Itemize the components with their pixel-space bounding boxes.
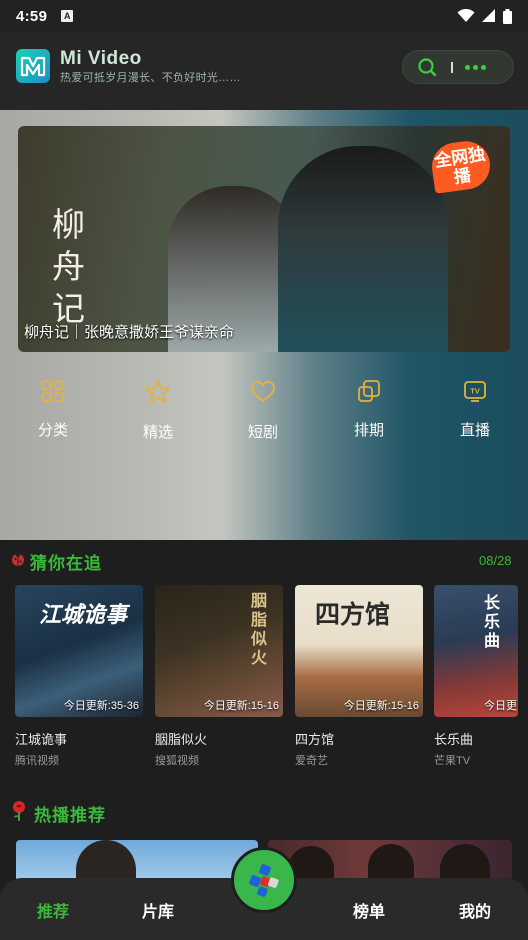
center-play-button[interactable] [231,847,297,913]
quick-nav-live[interactable]: TV 直播 [445,378,505,440]
following-date: 08/28 [479,553,512,568]
poster-title: 四方馆 [315,600,391,629]
nav-mine[interactable]: 我的 [459,898,491,922]
banner-calligraphy-title: 柳舟记 [52,205,85,328]
signal-icon [482,9,495,22]
update-info: 今日更 [484,700,517,712]
quick-nav-label: 分类 [37,422,68,439]
show-poster: 胭脂似火 今日更新:15-16 [155,585,283,717]
show-card[interactable]: 江城诡事 今日更新:35-36 江城诡事 腾讯视频 [15,585,143,768]
ladybug-icon [12,552,24,566]
quick-nav-label: 排期 [353,422,384,439]
nav-recommend[interactable]: 推荐 [37,898,69,922]
show-name: 长乐曲 [434,732,474,747]
app-header: Mi Video 热爱可抵岁月漫长、不负好时光…… [0,32,528,110]
more-icon[interactable] [465,64,486,70]
poster-title: 长乐曲 [484,593,501,650]
hot-card-figure [76,840,136,880]
update-info: 今日更新:15-16 [343,700,419,712]
rose-icon [13,801,25,821]
exclusive-badge: 全网独播 [428,138,494,194]
status-time: 4:59 [16,7,48,25]
quick-nav-category[interactable]: 分类 [23,378,83,440]
show-card[interactable]: 胭脂似火 今日更新:15-16 胭脂似火 搜狐视频 [155,585,283,768]
schedule-icon [358,380,380,402]
quick-nav-featured[interactable]: 精选 [128,378,188,442]
notification-a-icon: A [61,10,74,22]
battery-icon [503,8,512,24]
quick-nav-label: 短剧 [247,424,278,441]
app-logo-icon [16,49,50,83]
quick-nav-schedule[interactable]: 排期 [339,378,399,440]
show-source: 搜狐视频 [155,755,199,767]
quick-nav-short-drama[interactable]: 短剧 [233,378,293,442]
show-name: 胭脂似火 [155,732,208,747]
banner-caption: 柳舟记｜张晚意撒娇王爷谋亲命 [24,324,235,341]
colorful-logo-icon [249,864,279,897]
show-source: 爱奇艺 [295,755,328,767]
show-card[interactable]: 长乐曲 今日更 长乐曲 芒果TV [434,585,518,768]
show-poster: 江城诡事 今日更新:35-36 [15,585,143,717]
poster-title: 江城诡事 [39,602,128,628]
poster-title: 胭脂似火 [251,591,268,667]
show-card[interactable]: 四方馆 今日更新:15-16 四方馆 爱奇艺 [295,585,423,768]
show-name: 四方馆 [295,732,335,747]
show-name: 江城诡事 [15,732,68,747]
show-source: 腾讯视频 [15,755,59,767]
status-bar: 4:59 A [0,0,528,32]
star-icon [146,380,170,403]
tv-icon: TV [464,381,486,402]
heart-icon [251,381,275,403]
quick-nav-label: 精选 [142,424,173,441]
show-poster: 四方馆 今日更新:15-16 [295,585,423,717]
nav-library[interactable]: 片库 [142,898,174,922]
following-section-title: 猜你在追 [30,554,102,573]
quick-nav-label: 直播 [459,422,490,439]
quick-nav: 分类 精选 短剧 排期 TV 直播 [0,378,528,448]
wifi-icon [457,9,475,22]
banner-actor-figure [278,146,448,352]
nav-rankings[interactable]: 榜单 [353,898,385,922]
show-poster: 长乐曲 今日更 [434,585,518,717]
app-name: Mi Video [60,48,142,69]
show-source: 芒果TV [434,755,471,767]
search-bar[interactable] [402,50,514,84]
search-icon[interactable] [417,57,437,77]
grid-icon [42,380,64,402]
update-info: 今日更新:35-36 [63,700,139,712]
update-info: 今日更新:15-16 [203,700,279,712]
app-slogan: 热爱可抵岁月漫长、不负好时光…… [60,72,241,84]
hot-section-title: 热播推荐 [34,806,106,825]
svg-text:TV: TV [470,387,480,396]
search-divider [451,61,453,73]
featured-banner[interactable]: 柳舟记 全网独播 柳舟记｜张晚意撒娇王爷谋亲命 [18,126,510,352]
